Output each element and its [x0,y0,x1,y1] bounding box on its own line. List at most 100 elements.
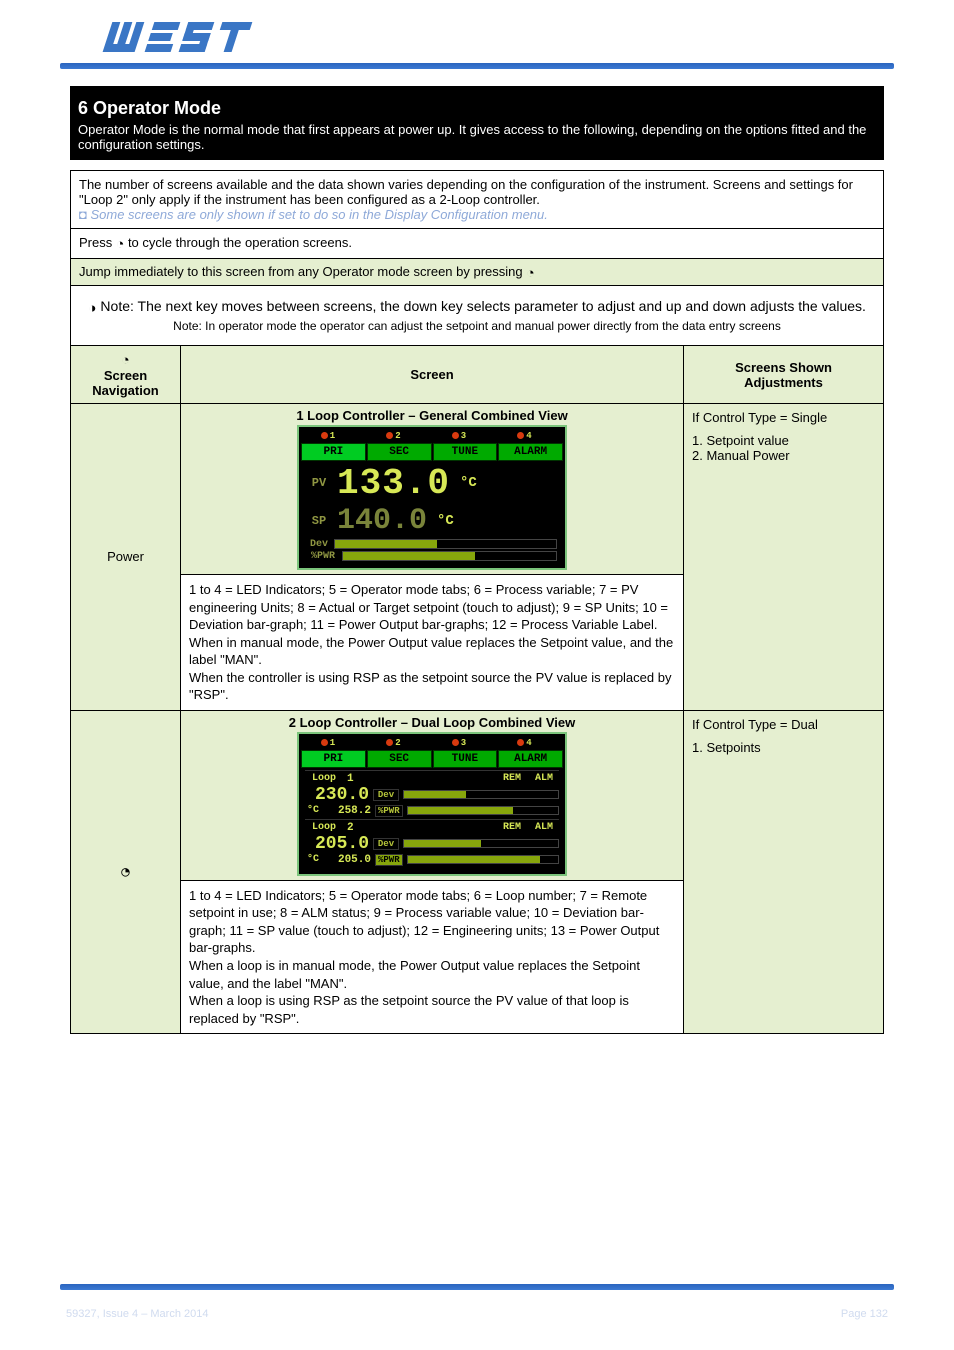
nav-single: Power [71,403,181,710]
adjust-dual: 1. Setpoints [692,740,875,755]
pwr-label: %PWR [307,551,339,562]
note-main-text: Note: The next key moves between screens… [100,298,866,314]
loop2-block: Loop 2 REM ALM 205.0 Dev [305,819,559,868]
tab-sec: SEC [367,443,432,461]
col-right: Screens Shown Adjustments [684,346,884,404]
footer-right: Page 132 [841,1308,888,1320]
loop2-pwrbar [407,855,559,864]
loop2-num: 2 [347,822,354,834]
dev-bar [334,539,557,549]
cycle-note: Press ◔ to cycle through the operation s… [71,229,884,259]
intro-line-2: ◘ Some screens are only shown if set to … [79,207,875,222]
d-led-3: 3 [452,738,478,748]
loop1-devbar [403,790,559,799]
loop2-unit: °C [305,854,321,865]
d-led-1: 1 [321,738,347,748]
loop2-pwrlbl: %PWR [375,854,403,866]
loop2-sp: 205.0 [325,854,371,866]
dual-desc-3: When a loop is using RSP as the setpoint… [189,992,675,1027]
led-1: 1 [321,431,347,441]
dual-desc-2: When a loop is in manual mode, the Power… [189,957,675,992]
section-title: 6 Operator Mode [78,98,876,119]
single-desc-1: 1 to 4 = LED Indicators; 5 = Operator mo… [189,581,675,634]
single-loop-display: 1 2 3 4 PRI SEC TUNE ALARM PV 1 [297,425,567,570]
next-icon: ◔ [116,236,124,252]
note-icon: ◑ [88,299,96,315]
led-3: 3 [452,431,478,441]
operator-table: The number of screens available and the … [70,170,884,1034]
tab-tune: TUNE [433,443,498,461]
loop2-rem: REM [503,822,521,833]
shown-dual: If Control Type = Dual [692,717,875,732]
led-2: 2 [386,431,412,441]
loop1-label: Loop [305,773,343,784]
shown-single: If Control Type = Single [692,410,875,425]
single-desc-2: When in manual mode, the Power Output va… [189,634,675,669]
center-note: ◑ Note: The next key moves between scree… [71,286,884,346]
jump-note: Jump immediately to this screen from any… [71,258,884,286]
d-tab-pri: PRI [301,750,366,768]
sp-value: 140.0 [337,504,427,538]
pv-value: 133.0 [337,463,450,504]
loop1-dev: Dev [373,789,399,801]
section-subtitle: Operator Mode is the normal mode that fi… [78,122,876,152]
right-single: If Control Type = Single 1. Setpoint val… [684,403,884,710]
single-desc-3: When the controller is using RSP as the … [189,669,675,704]
d-led-2: 2 [386,738,412,748]
d-tab-alarm: ALARM [498,750,563,768]
dual-loop-title: 2 Loop Controller – Dual Loop Combined V… [185,715,679,730]
intro-line-1: The number of screens available and the … [79,177,875,207]
nav-single-label: Power [107,549,144,564]
d-tab-tune: TUNE [433,750,498,768]
right-dual: If Control Type = Dual 1. Setpoints [684,710,884,1033]
loop1-pwrbar [407,806,559,815]
header-rule [60,63,894,69]
tab-pri: PRI [301,443,366,461]
loop1-num: 1 [347,773,354,785]
loop1-pwrlbl: %PWR [375,805,403,817]
col-nav: ◔ Screen Navigation [71,346,181,404]
section-banner: 6 Operator Mode Operator Mode is the nor… [70,86,884,160]
col-screen: Screen [181,346,684,404]
dual-desc-1: 1 to 4 = LED Indicators; 5 = Operator mo… [189,887,675,957]
footer-rule [60,1284,894,1290]
loop1-pv: 230.0 [305,785,369,805]
loop1-block: Loop 1 REM ALM 230.0 Dev [305,770,559,819]
dual-loop-desc: 1 to 4 = LED Indicators; 5 = Operator mo… [181,880,684,1033]
cycle-post: to cycle through the operation screens. [128,235,352,250]
d-tab-sec: SEC [367,750,432,768]
col-adjust: Adjustments [744,375,823,390]
loop1-rem: REM [503,773,521,784]
sp-label: SP [307,514,331,528]
jump-text: Jump immediately to this screen from any… [79,264,523,279]
d-led-4: 4 [517,738,543,748]
loop1-sp: 258.2 [325,805,371,817]
intro-cell: The number of screens available and the … [71,171,884,229]
loop2-dev: Dev [373,838,399,850]
col-nav-label: Screen Navigation [92,368,158,398]
pwr-bar [342,551,557,561]
col-shown: Screens Shown [735,360,832,375]
pv-label: PV [307,476,331,490]
loop2-pv: 205.0 [305,834,369,854]
brand-logo [95,20,265,54]
footer-left: 59327, Issue 4 – March 2014 [66,1308,208,1320]
loop1-unit: °C [305,805,321,816]
note-sub-text: Note: In operator mode the operator can … [79,319,875,333]
next-icon-2: ◔ [526,264,534,280]
single-loop-title: 1 Loop Controller – General Combined Vie… [185,408,679,423]
tab-alarm: ALARM [498,443,563,461]
pv-unit: °C [460,475,477,491]
loop1-alm: ALM [535,773,553,784]
next-icon-dual: ◔ [121,864,129,880]
footer: 59327, Issue 4 – March 2014 Page 132 [60,1308,894,1320]
nav-dual: ◔ [71,710,181,1033]
cycle-pre: Press [79,235,116,250]
loop2-label: Loop [305,822,343,833]
next-icon-col: ◔ [121,352,129,368]
single-loop-desc: 1 to 4 = LED Indicators; 5 = Operator mo… [181,574,684,710]
loop2-alm: ALM [535,822,553,833]
loop2-devbar [403,839,559,848]
dual-loop-display: 1 2 3 4 PRI SEC TUNE ALARM L [297,732,567,876]
sp-unit: °C [437,513,454,529]
